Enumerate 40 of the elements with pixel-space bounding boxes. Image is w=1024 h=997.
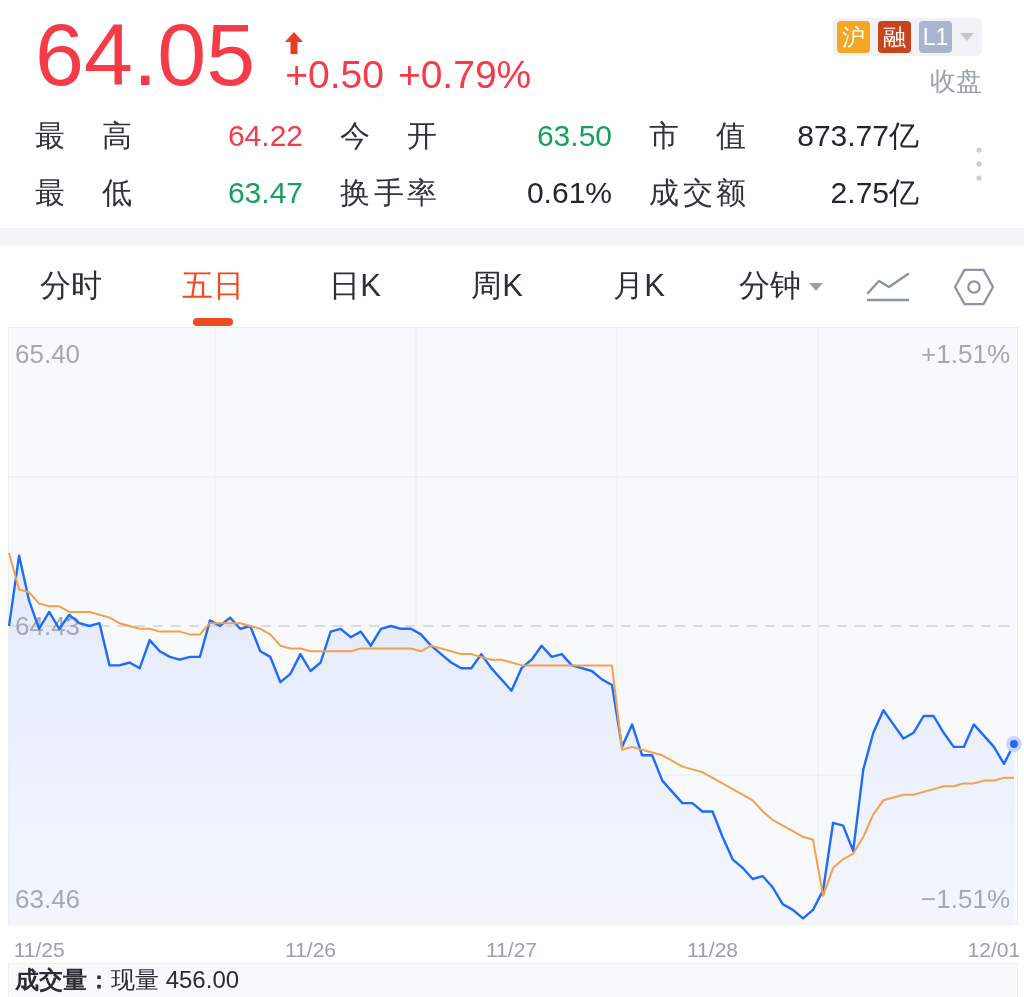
y-axis-percent-label: −1.51% [921,884,1010,914]
percent-change: +0.79% [397,54,532,96]
stat-label: 最低 [35,175,132,211]
y-axis-percent-label: +1.51% [921,338,1010,369]
price-change: +0.50 [285,54,384,96]
x-axis-label: 11/25 [13,938,65,961]
period-tab[interactable]: 日K [284,246,426,327]
x-axis-label: 11/26 [285,938,336,961]
stat-label: 换手率 [340,175,437,211]
stat-value: 63.50 [536,118,612,154]
x-axis-label: 11/28 [687,938,738,961]
period-tab[interactable]: 分钟 [710,246,852,327]
settings-icon[interactable] [953,267,995,306]
last-price: 64.05 [35,6,256,103]
more-options-icon[interactable] [976,147,982,181]
stat-label: 市值 [649,118,746,154]
stat-value: 873.77亿 [797,118,919,154]
stat-label: 今开 [340,118,437,154]
latest-price-dot [1006,736,1022,753]
y-axis-label: 65.40 [15,338,81,369]
market-tag: 沪 [837,21,870,53]
market-tag: 融 [878,21,911,53]
stat-value: 63.47 [227,175,303,211]
market-status-label: 收盘 [930,66,982,96]
stat-value: 0.61% [526,175,612,211]
period-tab[interactable]: 周K [426,246,568,327]
caret-icon [809,282,823,291]
x-axis-label: 11/27 [486,938,537,961]
x-axis-label: 12/01 [967,938,1021,961]
period-tab[interactable]: 月K [568,246,710,327]
stat-label: 最高 [35,118,132,154]
volume-summary: 成交量：现量 456.00 [15,966,240,993]
line-chart-icon[interactable] [866,271,910,302]
period-tab[interactable]: 五日 [142,246,284,327]
y-axis-label: 63.46 [15,884,81,914]
stat-label: 成交额 [649,175,746,211]
period-tab[interactable]: 分时 [0,246,142,327]
market-tag: L1 [919,21,952,53]
stat-value: 2.75亿 [830,175,919,211]
stat-value: 64.22 [227,118,303,154]
